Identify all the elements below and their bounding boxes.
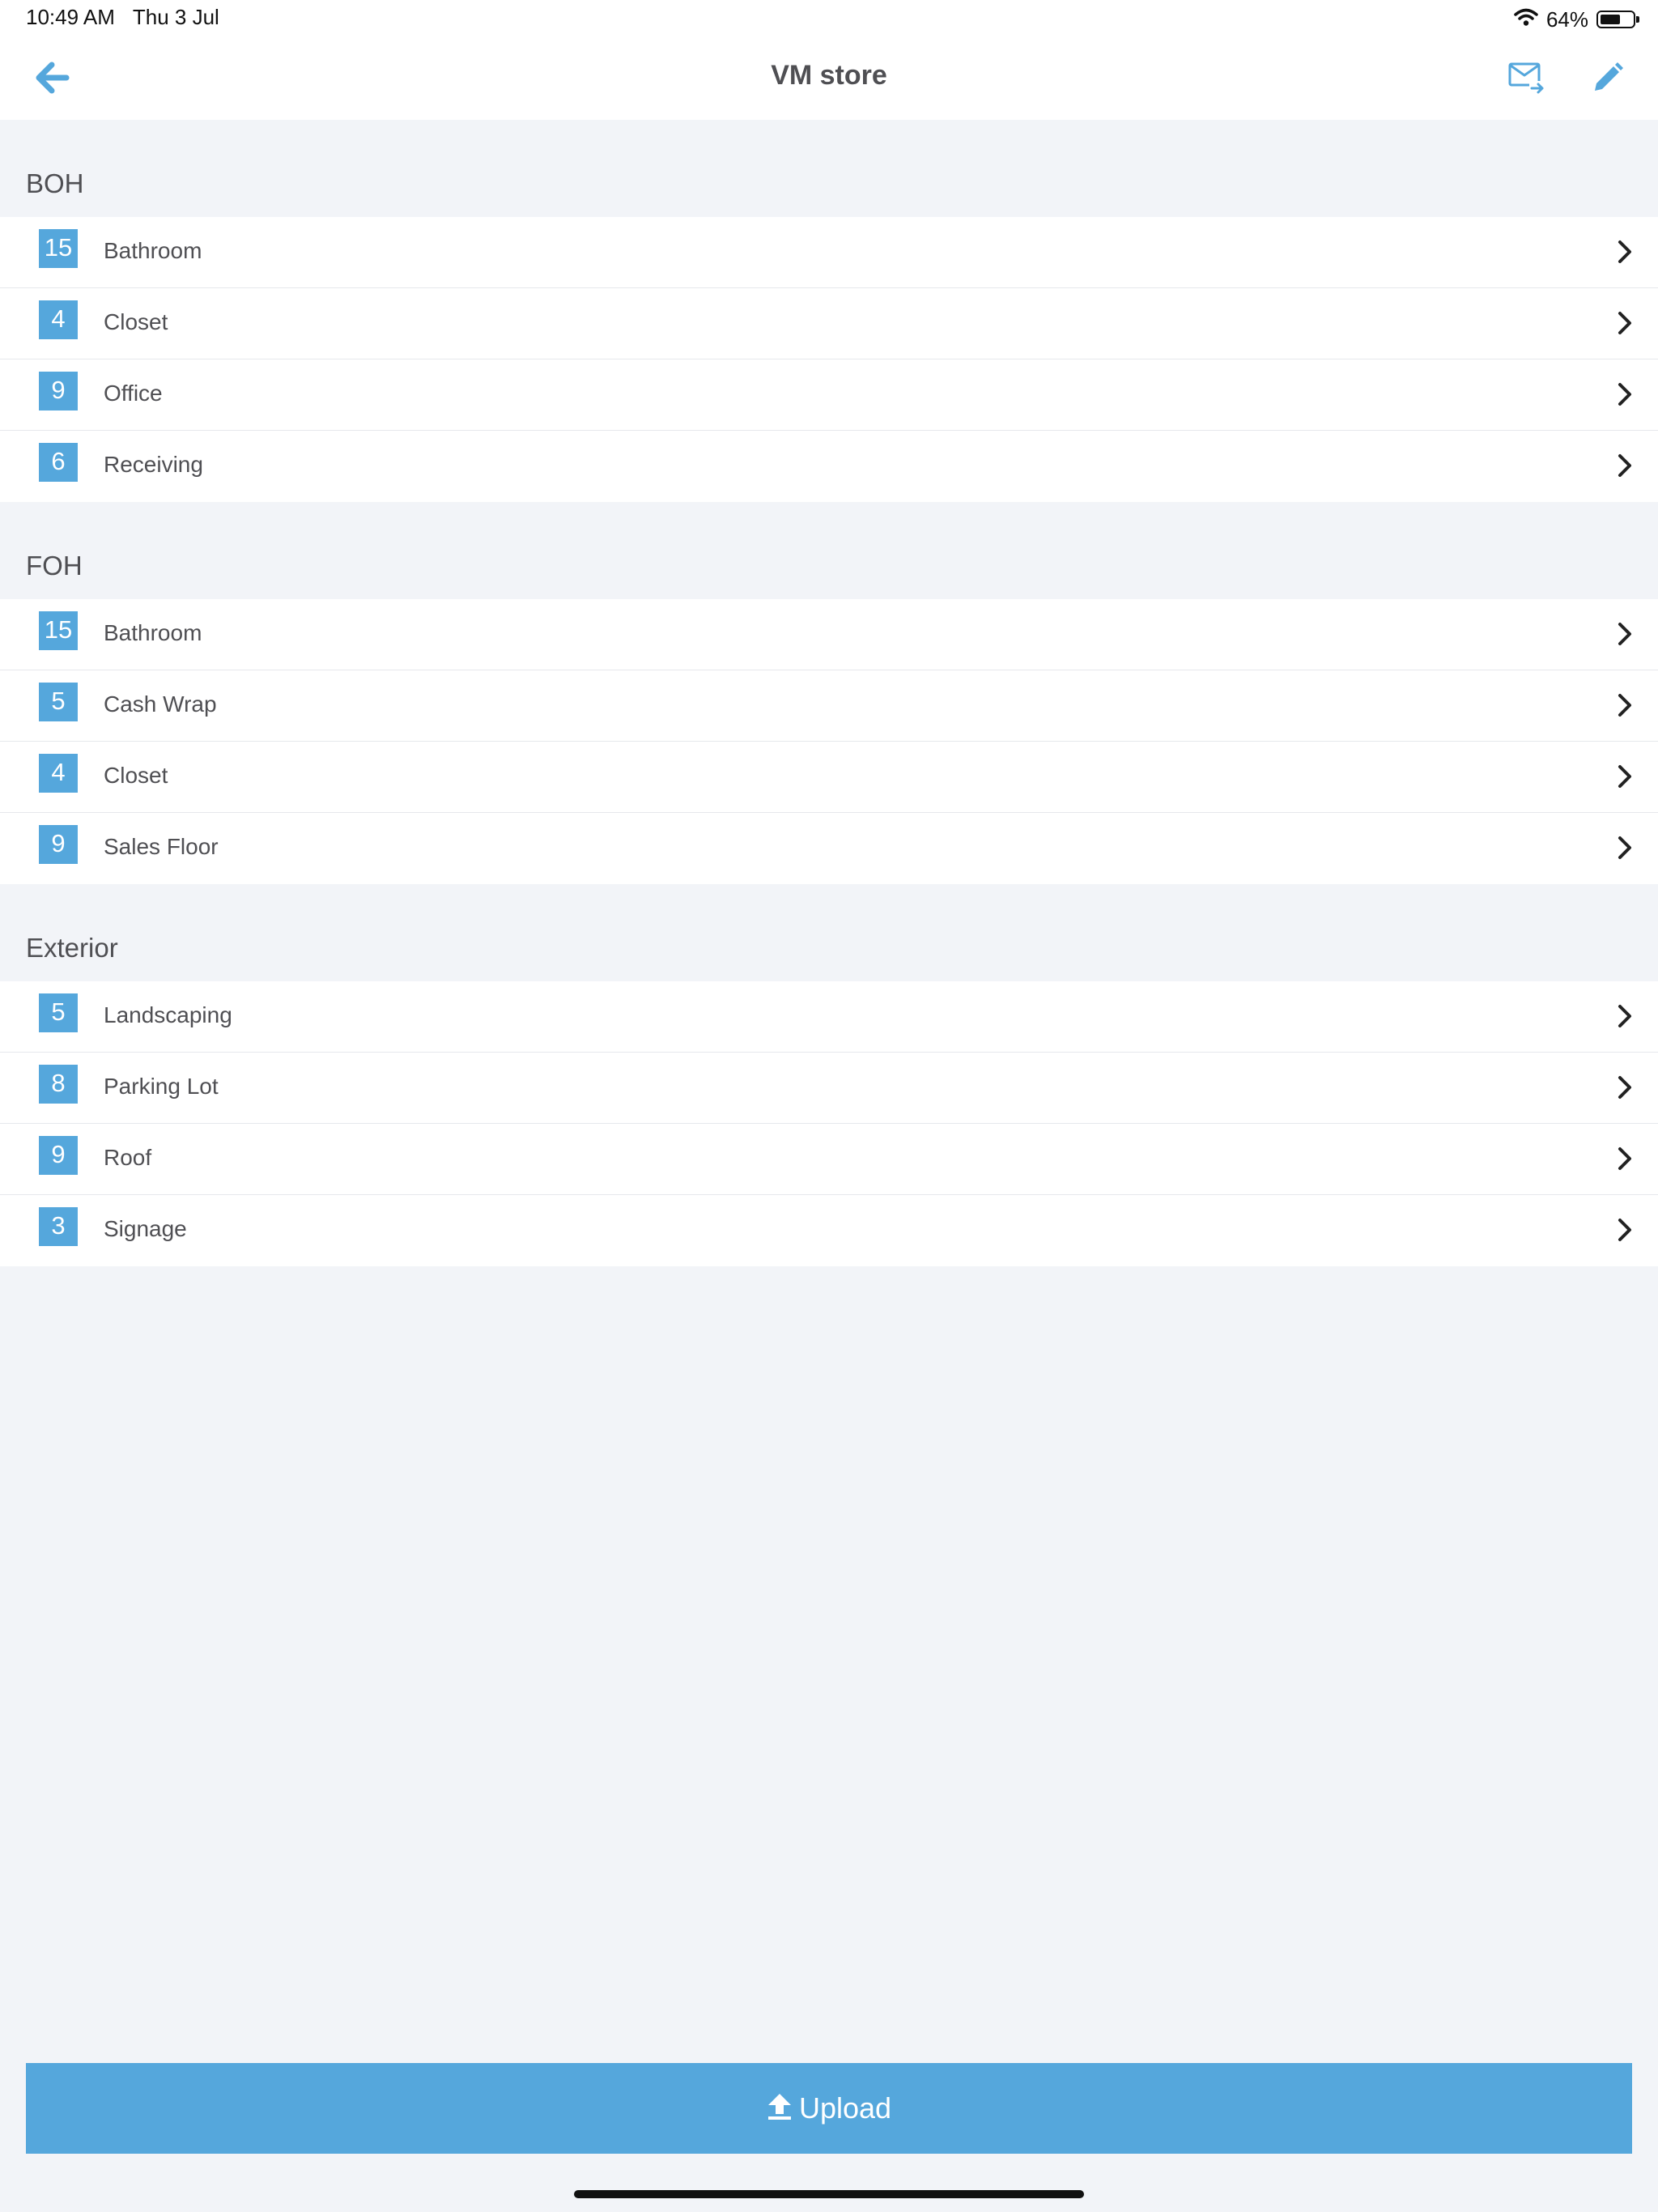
count-badge: 8 <box>39 1065 78 1104</box>
wifi-icon <box>1514 7 1538 32</box>
battery-icon <box>1596 11 1639 28</box>
list-item-label: Closet <box>104 763 168 788</box>
section-rows: 15 Bathroom 5 Cash Wrap 4 Closet 9 Sales… <box>0 599 1658 884</box>
chevron-right-icon <box>1618 694 1631 717</box>
list-item-label: Signage <box>104 1216 187 1241</box>
section-header: BOH <box>0 120 1658 217</box>
count-badge: 5 <box>39 683 78 721</box>
list-item[interactable]: 9 Roof <box>0 1124 1658 1195</box>
chevron-right-icon <box>1618 623 1631 645</box>
status-time: 10:49 AM <box>26 5 115 29</box>
count-badge: 9 <box>39 372 78 410</box>
count-badge: 9 <box>39 1136 78 1175</box>
chevron-right-icon <box>1618 383 1631 406</box>
count-badge: 4 <box>39 300 78 339</box>
navigation-bar: VM store <box>0 39 1658 120</box>
chevron-right-icon <box>1618 312 1631 334</box>
section-title: FOH <box>26 551 83 581</box>
status-date: Thu 3 Jul <box>132 5 219 29</box>
status-time-date: 10:49 AM Thu 3 Jul <box>26 5 219 30</box>
chevron-right-icon <box>1618 454 1631 477</box>
section-rows: 15 Bathroom 4 Closet 9 Office 6 Receivin… <box>0 217 1658 502</box>
list-item-label: Sales Floor <box>104 834 219 859</box>
list-item-label: Bathroom <box>104 238 202 263</box>
list-item-label: Bathroom <box>104 620 202 645</box>
chevron-right-icon <box>1618 1005 1631 1027</box>
list-item[interactable]: 5 Cash Wrap <box>0 670 1658 742</box>
chevron-right-icon <box>1618 836 1631 859</box>
count-badge: 5 <box>39 993 78 1032</box>
chevron-right-icon <box>1618 1076 1631 1099</box>
status-bar: 10:49 AM Thu 3 Jul 64% <box>0 0 1658 39</box>
count-badge: 4 <box>39 754 78 793</box>
count-badge: 3 <box>39 1207 78 1246</box>
edit-button[interactable] <box>1585 57 1630 102</box>
list-item[interactable]: 3 Signage <box>0 1195 1658 1266</box>
list-item-label: Receiving <box>104 452 203 477</box>
section-boh: BOH 15 Bathroom 4 Closet 9 Office 6 Rece… <box>0 120 1658 502</box>
list-item[interactable]: 9 Sales Floor <box>0 813 1658 884</box>
count-badge: 15 <box>39 611 78 650</box>
section-rows: 5 Landscaping 8 Parking Lot 9 Roof 3 Sig… <box>0 981 1658 1266</box>
area-list: BOH 15 Bathroom 4 Closet 9 Office 6 Rece… <box>0 120 1658 1266</box>
chevron-right-icon <box>1618 1147 1631 1170</box>
home-indicator <box>574 2190 1084 2198</box>
email-report-button[interactable] <box>1504 57 1550 102</box>
chevron-right-icon <box>1618 765 1631 788</box>
chevron-right-icon <box>1618 1219 1631 1241</box>
list-item[interactable]: 8 Parking Lot <box>0 1053 1658 1124</box>
list-item[interactable]: 15 Bathroom <box>0 599 1658 670</box>
count-badge: 15 <box>39 229 78 268</box>
list-item-label: Landscaping <box>104 1002 232 1027</box>
status-indicators: 64% <box>1514 5 1639 34</box>
list-item[interactable]: 9 Office <box>0 359 1658 431</box>
chevron-right-icon <box>1618 240 1631 263</box>
list-item-label: Roof <box>104 1145 152 1170</box>
count-badge: 6 <box>39 443 78 482</box>
count-badge: 9 <box>39 825 78 864</box>
upload-icon <box>767 2092 793 2125</box>
list-item-label: Closet <box>104 309 168 334</box>
battery-percent: 64% <box>1545 6 1588 32</box>
list-item-label: Cash Wrap <box>104 691 217 717</box>
section-title: BOH <box>26 168 84 198</box>
list-item[interactable]: 5 Landscaping <box>0 981 1658 1053</box>
list-item[interactable]: 6 Receiving <box>0 431 1658 502</box>
upload-label: Upload <box>798 2091 892 2125</box>
list-item[interactable]: 4 Closet <box>0 288 1658 359</box>
list-item[interactable]: 4 Closet <box>0 742 1658 813</box>
section-header: FOH <box>0 502 1658 599</box>
mail-forward-icon <box>1508 62 1545 98</box>
section-title: Exterior <box>26 933 118 963</box>
section-foh: FOH 15 Bathroom 5 Cash Wrap 4 Closet 9 S… <box>0 502 1658 884</box>
pencil-icon <box>1592 62 1624 98</box>
list-item[interactable]: 15 Bathroom <box>0 217 1658 288</box>
page-title: VM store <box>771 60 887 91</box>
section-exterior: Exterior 5 Landscaping 8 Parking Lot 9 R… <box>0 884 1658 1266</box>
upload-button[interactable]: Upload <box>26 2063 1632 2154</box>
list-item-label: Parking Lot <box>104 1074 219 1099</box>
list-item-label: Office <box>104 381 163 406</box>
section-header: Exterior <box>0 884 1658 981</box>
